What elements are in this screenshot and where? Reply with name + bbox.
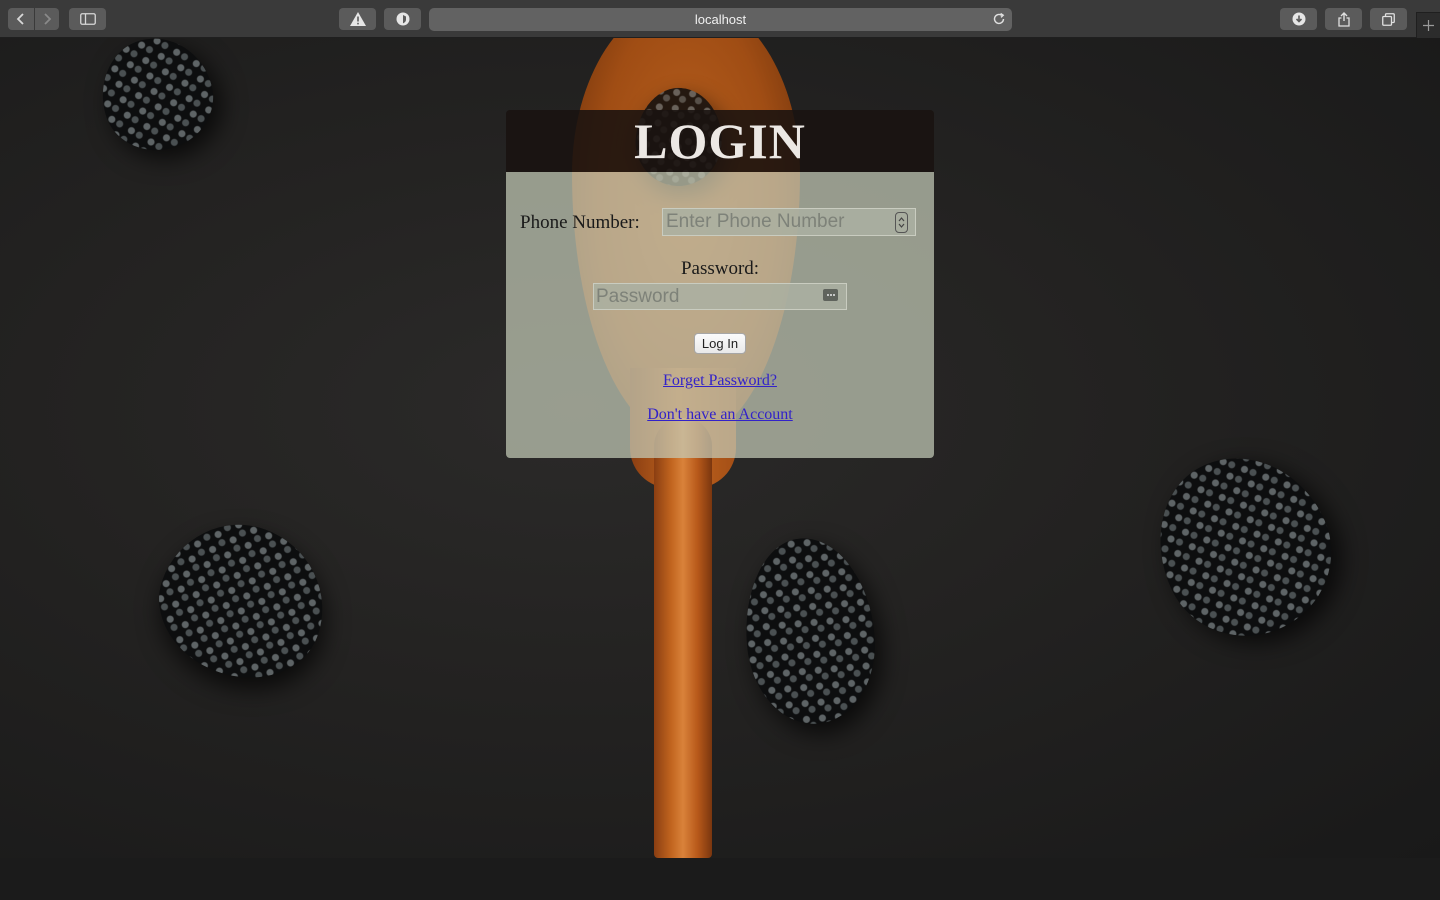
new-tab-button[interactable]	[1416, 12, 1440, 38]
password-autofill-icon[interactable]	[823, 289, 838, 301]
back-button[interactable]	[9, 8, 34, 30]
reload-icon	[993, 12, 1005, 25]
background-blackberry	[1129, 428, 1359, 664]
phone-number-input[interactable]: Enter Phone Number	[662, 208, 916, 236]
downloads-button[interactable]	[1280, 8, 1317, 30]
bottom-strip	[0, 858, 1440, 900]
sidebar-button[interactable]	[69, 8, 106, 30]
password-label: Password:	[680, 258, 760, 279]
address-bar[interactable]: localhost	[429, 8, 1012, 31]
number-stepper[interactable]	[895, 212, 908, 233]
plus-icon	[1423, 20, 1434, 31]
stepper-up-icon	[898, 217, 905, 222]
stepper-down-icon	[898, 223, 905, 228]
login-header: LOGIN	[506, 110, 934, 172]
forward-button[interactable]	[33, 8, 59, 30]
browser-toolbar: localhost	[0, 0, 1440, 38]
log-in-button[interactable]: Log In	[694, 333, 746, 354]
warning-button[interactable]	[339, 8, 376, 30]
background-spoon-handle	[654, 418, 712, 858]
url-text: localhost	[694, 12, 747, 27]
forgot-password-link[interactable]: Forget Password?	[506, 372, 934, 390]
background-blackberry	[139, 502, 346, 700]
share-button[interactable]	[1325, 8, 1362, 30]
background-blackberry	[89, 38, 225, 163]
chevron-right-icon	[43, 13, 51, 25]
chevron-left-icon	[16, 13, 24, 25]
privacy-button[interactable]	[384, 8, 421, 30]
create-account-link[interactable]: Don't have an Account	[506, 406, 934, 424]
reload-button[interactable]	[992, 12, 1006, 29]
password-placeholder: Password	[596, 285, 680, 307]
password-input[interactable]: Password	[593, 283, 847, 310]
phone-number-label: Phone Number:	[520, 212, 640, 233]
login-form: Phone Number: Enter Phone Number Passwor…	[506, 172, 934, 458]
tabs-overview-button[interactable]	[1370, 8, 1407, 30]
background-blackberry	[738, 532, 882, 730]
shield-icon	[396, 12, 409, 26]
warning-icon	[349, 12, 366, 26]
tabs-overview-icon	[1382, 12, 1395, 26]
sidebar-icon	[79, 13, 96, 25]
nav-button-group	[8, 8, 59, 30]
download-icon	[1292, 12, 1305, 26]
login-title: LOGIN	[634, 113, 806, 169]
share-icon	[1337, 11, 1350, 27]
phone-number-placeholder: Enter Phone Number	[666, 211, 845, 232]
